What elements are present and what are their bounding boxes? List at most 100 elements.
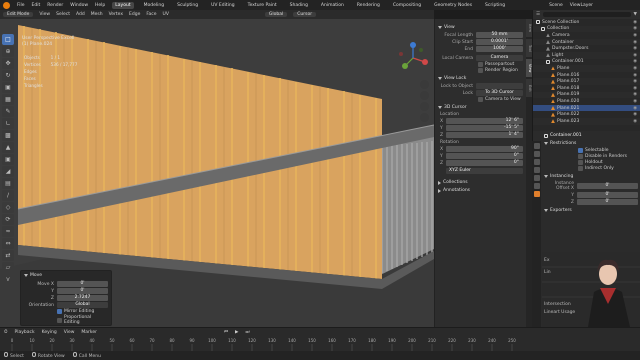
cursor-rotation-y-field[interactable]: 0° [446,153,523,159]
workspace-tab-uv-editing[interactable]: UV Editing [208,2,237,9]
visibility-eye-icon[interactable]: ◉ [633,112,640,117]
mirror-editing-checkbox[interactable] [57,309,62,314]
outliner-item[interactable]: Light ◉ [533,51,640,59]
selectable-checkbox[interactable] [578,148,583,153]
scene-selector[interactable]: Scene [549,3,563,8]
zoom-view-icon[interactable] [420,80,429,89]
cursor-location-z-field[interactable]: 1' 4" [446,132,523,138]
pan-view-icon[interactable] [420,91,429,100]
pivot-dropdown[interactable]: Cursor [293,12,317,17]
jump-start-icon[interactable]: ⏮ [224,329,228,335]
indirect-only-checkbox[interactable] [578,166,583,171]
render-properties-icon[interactable] [533,151,540,157]
outliner-item[interactable]: Container.001 ◉ [533,59,640,66]
expand-caret-icon[interactable] [438,188,441,193]
visibility-eye-icon[interactable]: ◉ [633,73,640,78]
clip-start-field[interactable]: 0.0001' [476,39,523,45]
poly-build-tool-icon[interactable]: ◇ [2,202,14,213]
outliner-item[interactable]: Container ◉ [533,38,640,46]
visibility-eye-icon[interactable]: ◉ [633,86,640,91]
workspace-tab-compositing[interactable]: Compositing [390,2,424,9]
workspace-tab-geometry-nodes[interactable]: Geometry Nodes [431,2,475,9]
workspace-tab-texture-paint[interactable]: Texture Paint [245,2,280,9]
menu-mesh[interactable]: Mesh [91,12,103,17]
clip-end-field[interactable]: 1000' [476,46,523,52]
view-layer-selector[interactable]: ViewLayer [570,3,593,8]
workspace-tab-modeling[interactable]: Modeling [141,2,167,9]
menu-add[interactable]: Add [76,12,85,17]
lock-to-3d-cursor-toggle[interactable]: To 3D Cursor [476,90,523,96]
transform-orientation-dropdown[interactable]: Global [264,12,288,17]
lock-object-field[interactable] [476,83,523,89]
move-z-field[interactable]: 2.7247 [57,295,108,301]
menu-playback[interactable]: Playback [15,330,35,335]
collection-properties-icon[interactable] [533,191,540,197]
timeline-editor-icon[interactable]: ⏱ [4,329,8,335]
outliner-search-input[interactable] [543,12,631,17]
menu-render[interactable]: Render [47,3,63,8]
workspace-tab-scripting[interactable]: Scripting [482,2,508,9]
visibility-eye-icon[interactable]: ◉ [633,40,640,45]
outliner-item[interactable]: Plane.018 ◉ [533,85,640,92]
visibility-eye-icon[interactable]: ◉ [633,66,640,71]
outliner-item[interactable]: Plane.017 ◉ [533,78,640,85]
select-box-tool-icon[interactable]: □ [2,34,14,45]
collapse-caret-icon[interactable] [438,77,442,80]
collapse-caret-icon[interactable] [544,142,548,145]
disable-in-renders-checkbox[interactable] [578,154,583,159]
outliner-display-mode-icon[interactable]: ☰ [536,12,540,17]
shrink-tool-icon[interactable]: ⇄ [2,250,14,261]
jump-end-icon[interactable]: ⏭ [246,329,250,335]
menu-face[interactable]: Face [146,12,156,17]
outliner-item[interactable]: Plane.023 ◉ [533,117,640,125]
instance-offset-y-field[interactable]: 0' [577,192,638,198]
collapse-caret-icon[interactable] [438,26,442,29]
visibility-eye-icon[interactable]: ◉ [633,79,640,84]
annotate-tool-icon[interactable]: ✎ [2,106,14,117]
menu-window[interactable]: Window [70,3,88,8]
filter-icon[interactable]: ▼ [634,12,637,17]
visibility-eye-icon[interactable]: ◉ [633,99,640,104]
menu-edit[interactable]: Edit [32,3,41,8]
menu-uv[interactable]: UV [163,12,169,17]
add-cube-tool-icon[interactable]: ▩ [2,130,14,141]
focal-length-field[interactable]: 50 mm [476,32,523,38]
outliner-item[interactable]: Plane ◉ [533,65,640,72]
orientation-dropdown[interactable]: Global [57,302,108,308]
measure-tool-icon[interactable]: ∟ [2,118,14,129]
blender-logo-icon[interactable] [3,1,10,9]
tool-properties-icon[interactable] [533,143,540,149]
extrude-tool-icon[interactable]: ▲ [2,142,14,153]
outliner-item[interactable]: Plane.021 ◉ [533,104,640,112]
menu-view[interactable]: View [39,12,50,17]
mode-dropdown[interactable]: Edit Mode [3,12,34,17]
move-y-field[interactable]: 0' [57,288,108,294]
cursor-tool-icon[interactable]: ⊕ [2,46,14,57]
transform-tool-icon[interactable]: ▦ [2,94,14,105]
collapse-caret-icon[interactable] [544,209,548,212]
outliner-item[interactable]: Scene Collection ◉ [533,19,640,26]
loop-cut-tool-icon[interactable]: ▤ [2,178,14,189]
local-camera-field[interactable]: Camera [476,55,523,61]
holdout-checkbox[interactable] [578,160,583,165]
outliner-item[interactable]: Plane.020 ◉ [533,98,640,105]
cursor-rotation-z-field[interactable]: 0° [446,160,523,166]
scene-properties-icon[interactable] [533,175,540,181]
menu-marker[interactable]: Marker [81,330,97,335]
spin-tool-icon[interactable]: ⟳ [2,214,14,225]
frame-ruler[interactable]: 0 10 20 30 40 50 60 70 80 90 100 110 120 130 140 150 160… [2,337,522,351]
visibility-eye-icon[interactable]: ◉ [633,33,640,38]
edge-slide-tool-icon[interactable]: ⇔ [2,238,14,249]
visibility-eye-icon[interactable]: ◉ [633,106,640,111]
expand-caret-icon[interactable] [438,180,441,185]
outliner-item[interactable]: Plane.016 ◉ [533,72,640,79]
navigation-gizmo-icon[interactable] [395,40,431,76]
workspace-tab-animation[interactable]: Animation [318,2,347,9]
instance-offset-z-field[interactable]: 0' [577,199,638,205]
outliner-item[interactable]: Plane.019 ◉ [533,91,640,99]
cursor-rotation-x-field[interactable]: 90° [446,146,523,152]
move-tool-icon[interactable]: ✥ [2,58,14,69]
inset-tool-icon[interactable]: ▣ [2,154,14,165]
visibility-eye-icon[interactable]: ◉ [633,46,640,51]
workspace-tab-layout[interactable]: Layout [112,1,134,9]
